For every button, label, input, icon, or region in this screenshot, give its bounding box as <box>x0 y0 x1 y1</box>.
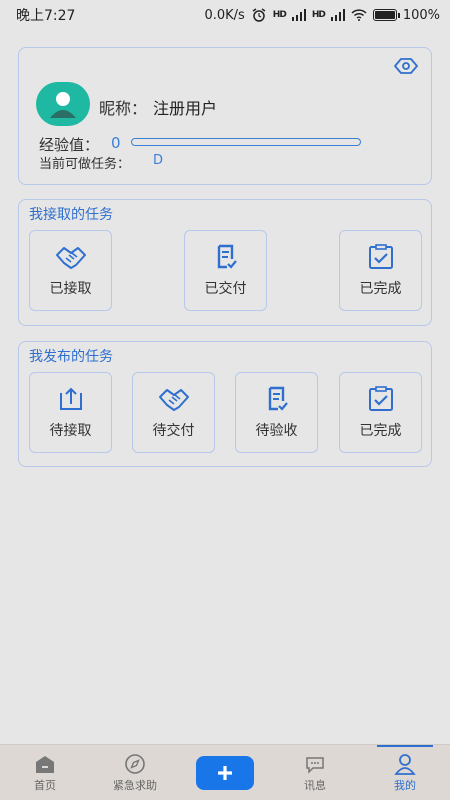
signal-bars-icon-2 <box>330 9 345 21</box>
nav-item-messages[interactable]: 讯息 <box>290 745 340 800</box>
tile-label: 待交付 <box>152 423 195 439</box>
home-icon <box>36 756 54 773</box>
nav-item-mine[interactable]: 我的 <box>380 745 430 800</box>
nav-label-messages: 讯息 <box>304 779 326 792</box>
battery-percent: 100% <box>402 7 440 23</box>
published-pending-delivery-button[interactable]: 待交付 <box>132 372 215 453</box>
status-time: 晚上7:27 <box>16 8 76 24</box>
nav-label-emergency: 紧急求助 <box>113 779 157 792</box>
tile-label: 待接取 <box>49 423 92 439</box>
add-task-button[interactable] <box>196 756 254 790</box>
nav-item-emergency[interactable]: 紧急求助 <box>100 745 170 800</box>
status-bar: 晚上7:27 0.0K/s HD HD 100% <box>0 0 450 30</box>
published-tasks-title: 我发布的任务 <box>29 349 113 365</box>
tile-label: 已完成 <box>359 281 402 297</box>
alarm-icon <box>252 8 266 22</box>
user-icon <box>394 754 416 775</box>
received-delivered-button[interactable]: 已交付 <box>184 230 267 311</box>
received-tasks-title: 我接取的任务 <box>29 207 113 223</box>
status-icons: 0.0K/s HD HD 100% <box>204 8 440 23</box>
published-pending-review-button[interactable]: 待验收 <box>235 372 318 453</box>
tile-label: 待验收 <box>255 423 298 439</box>
bottom-nav: 首页 紧急求助 讯息 我的 <box>0 744 450 800</box>
clipboard-check-icon <box>368 244 393 269</box>
received-completed-button[interactable]: 已完成 <box>339 230 422 311</box>
document-check-icon <box>217 244 237 269</box>
exp-label: 经验值： <box>39 136 100 154</box>
eye-icon[interactable] <box>393 56 419 76</box>
clipboard-check-icon <box>368 386 393 411</box>
avatar[interactable] <box>36 82 90 126</box>
user-avatar-icon <box>50 92 76 118</box>
chat-icon <box>306 757 324 774</box>
received-accepted-button[interactable]: 已接取 <box>29 230 112 311</box>
nickname-value: 注册用户 <box>153 99 218 118</box>
plus-icon <box>218 766 232 780</box>
task-level-value: D <box>153 153 164 168</box>
document-check-icon <box>268 386 288 411</box>
exp-value: 0 <box>111 134 121 152</box>
published-completed-button[interactable]: 已完成 <box>339 372 422 453</box>
nav-label-home: 首页 <box>34 779 56 792</box>
nav-item-home[interactable]: 首页 <box>20 745 70 800</box>
handshake-icon <box>158 389 189 411</box>
battery-icon <box>372 9 400 21</box>
upload-icon <box>59 387 82 410</box>
tile-label: 已交付 <box>204 281 247 297</box>
exp-progress-bar <box>131 138 361 146</box>
published-pending-accept-button[interactable]: 待接取 <box>29 372 112 453</box>
nav-label-mine: 我的 <box>394 779 416 792</box>
tile-label: 已完成 <box>359 423 402 439</box>
signal-icon-2: HD <box>311 10 326 20</box>
wifi-icon <box>351 9 367 21</box>
handshake-icon <box>55 247 86 269</box>
signal-icon-1: HD <box>272 10 287 20</box>
nickname-label: 昵称： <box>99 99 148 118</box>
network-speed: 0.0K/s <box>204 7 245 23</box>
profile-card: 昵称： 注册用户 经验值： 0 当前可做任务： D <box>18 47 432 185</box>
signal-bars-icon-1 <box>291 9 306 21</box>
compass-icon <box>125 754 145 774</box>
received-tasks-card: 我接取的任务 已接取 已交付 已完成 <box>18 199 432 326</box>
tile-label: 已接取 <box>49 281 92 297</box>
task-level-label: 当前可做任务： <box>39 157 131 172</box>
published-tasks-card: 我发布的任务 待接取 待交付 待验收 已完成 <box>18 341 432 467</box>
